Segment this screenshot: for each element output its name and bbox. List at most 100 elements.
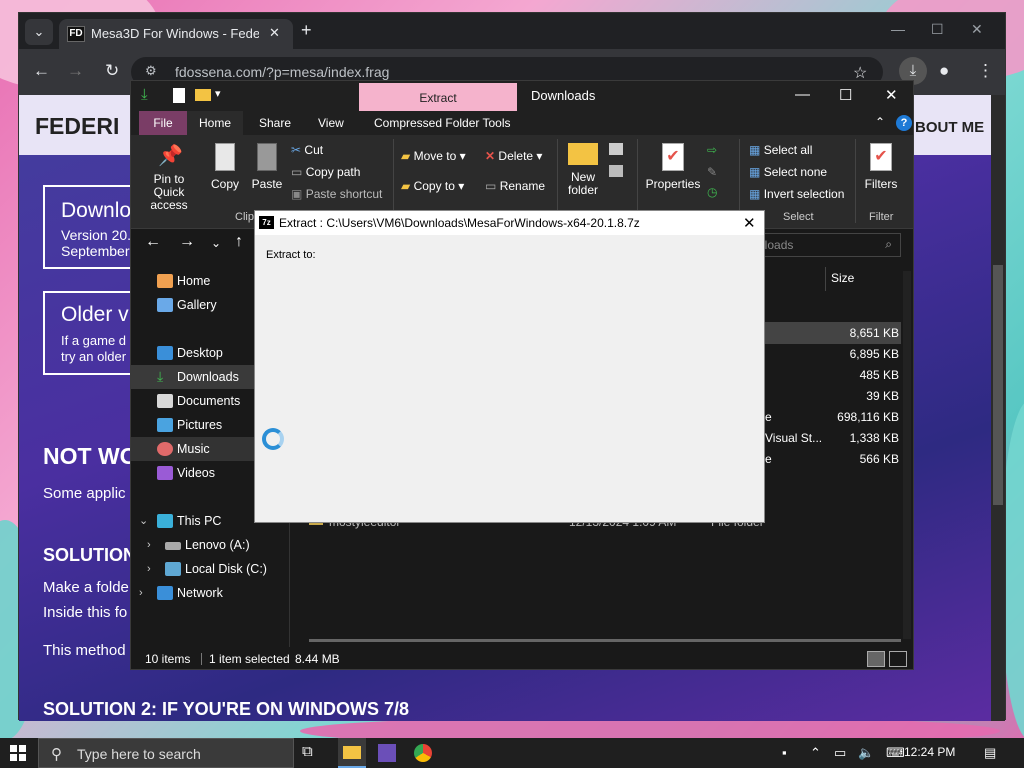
- expand-chevron-icon[interactable]: ›: [139, 581, 143, 605]
- tab-close-icon[interactable]: ✕: [269, 25, 280, 41]
- delete-button[interactable]: ✕ Delete ▾: [485, 149, 542, 163]
- windows-start-icon[interactable]: [10, 745, 26, 761]
- close-icon[interactable]: ✕: [885, 86, 898, 104]
- edit-icon[interactable]: ✎: [707, 165, 717, 179]
- search-input[interactable]: nloads ⌕: [751, 233, 901, 257]
- site-brand[interactable]: FEDERI: [35, 113, 119, 140]
- site-info-icon[interactable]: ⚙: [145, 63, 157, 79]
- filters-button[interactable]: ✔ Filters: [859, 143, 903, 191]
- collapse-ribbon-icon[interactable]: ⌃: [875, 115, 885, 129]
- tab-home[interactable]: Home: [187, 111, 243, 135]
- new-item-icon[interactable]: [609, 143, 623, 155]
- task-view-icon[interactable]: ⧉: [302, 743, 322, 763]
- nav-item-network[interactable]: › Network: [131, 581, 289, 605]
- button-label: New folder: [567, 170, 599, 197]
- reload-icon[interactable]: ↻: [105, 61, 119, 81]
- minimize-icon[interactable]: —: [891, 21, 905, 37]
- forward-icon[interactable]: →: [67, 61, 84, 81]
- card-line: Version 20.: [61, 227, 132, 243]
- open-icon[interactable]: ⇨: [707, 143, 717, 157]
- copy-to-button[interactable]: ▰ Copy to ▾: [401, 179, 464, 193]
- copy-button[interactable]: Copy: [207, 143, 243, 191]
- about-link[interactable]: BOUT ME: [915, 119, 984, 136]
- paste-shortcut-button[interactable]: ▣ Paste shortcut: [291, 187, 382, 201]
- taskbar-clock[interactable]: 12:24 PM: [904, 745, 955, 759]
- new-folder-quick-icon[interactable]: [195, 89, 211, 101]
- maximize-icon[interactable]: ☐: [839, 86, 852, 104]
- quick-access-dropdown-icon[interactable]: ▾: [215, 87, 221, 100]
- scroll-thumb[interactable]: [993, 265, 1003, 505]
- file-explorer-taskbar-icon[interactable]: [338, 738, 366, 768]
- properties-quick-icon[interactable]: [173, 88, 185, 103]
- dialog-titlebar: 7z Extract : C:\Users\VM6\Downloads\Mesa…: [255, 211, 764, 235]
- rename-icon: ▭: [485, 179, 497, 193]
- select-all-button[interactable]: ▦ Select all: [749, 143, 812, 157]
- file-type: Visual St...: [765, 431, 823, 445]
- large-icons-view-icon[interactable]: [889, 651, 907, 667]
- taskbar: ⚲ Type here to search ⧉ ▪ ⌃ ▭ 🔈 ⌨ 12:24 …: [0, 738, 1024, 768]
- network-status-icon[interactable]: ▭: [834, 745, 846, 761]
- button-label: Paste shortcut: [305, 187, 383, 201]
- paste-button[interactable]: Paste: [249, 143, 285, 191]
- page-scrollbar[interactable]: [991, 95, 1005, 721]
- download-arrow-icon[interactable]: ⤓: [141, 86, 148, 103]
- tab-search-button[interactable]: ⌄: [25, 19, 53, 45]
- minimize-icon[interactable]: —: [795, 86, 810, 103]
- keyboard-icon[interactable]: ⌨: [886, 745, 905, 761]
- new-folder-button[interactable]: New folder: [563, 143, 603, 197]
- this-pc-icon: [157, 514, 173, 528]
- taskbar-search-box[interactable]: ⚲ Type here to search: [38, 738, 294, 768]
- tab-share[interactable]: Share: [259, 116, 291, 130]
- move-to-button[interactable]: ▰ Move to ▾: [401, 149, 466, 163]
- properties-button[interactable]: ✔ Properties: [645, 143, 701, 191]
- horizontal-scrollbar[interactable]: [309, 639, 901, 642]
- show-hidden-icons-icon[interactable]: ⌃: [810, 745, 821, 761]
- button-label: Select all: [763, 143, 813, 157]
- menu-icon[interactable]: ⋮: [977, 61, 994, 81]
- rename-button[interactable]: ▭ Rename: [485, 179, 545, 193]
- back-icon[interactable]: ←: [33, 61, 50, 81]
- up-icon[interactable]: ↑: [235, 233, 243, 251]
- close-icon[interactable]: ✕: [971, 21, 983, 38]
- recent-locations-icon[interactable]: ⌄: [211, 236, 221, 250]
- browser-tab[interactable]: FD Mesa3D For Windows - Federico ✕: [59, 19, 293, 49]
- expand-chevron-icon[interactable]: ›: [147, 557, 151, 581]
- pin-quick-access-button[interactable]: 📌 Pin to Quick access: [137, 145, 201, 212]
- nav-item-lenovo[interactable]: › Lenovo (A:): [131, 533, 289, 557]
- copy-path-button[interactable]: ▭ Copy path: [291, 165, 360, 179]
- file-type: e: [765, 452, 772, 466]
- extract-context-tab[interactable]: Extract: [359, 83, 517, 111]
- videos-icon: [157, 466, 173, 480]
- maximize-icon[interactable]: ☐: [931, 21, 944, 38]
- ribbon-divider: [855, 139, 856, 223]
- history-icon[interactable]: ◷: [707, 185, 717, 199]
- paste-icon: [257, 143, 277, 171]
- close-icon[interactable]: ✕: [743, 214, 756, 232]
- expand-chevron-icon[interactable]: ›: [147, 533, 151, 557]
- cut-button[interactable]: ✂ Cut: [291, 143, 323, 157]
- help-icon[interactable]: ?: [896, 115, 912, 131]
- easy-access-icon[interactable]: [609, 165, 623, 177]
- volume-muted-icon[interactable]: 🔈: [858, 745, 874, 761]
- invert-selection-button[interactable]: ▦ Invert selection: [749, 187, 844, 201]
- details-view-icon[interactable]: [867, 651, 885, 667]
- collapse-chevron-icon[interactable]: ⌄: [139, 509, 148, 533]
- tray-app-icon[interactable]: ▪: [782, 745, 787, 760]
- nav-item-local-disk[interactable]: › Local Disk (C:): [131, 557, 289, 581]
- file-type: e: [765, 410, 772, 424]
- column-header-size[interactable]: Size: [831, 271, 854, 285]
- vertical-scrollbar[interactable]: [903, 271, 911, 639]
- group-label-select: Select: [783, 211, 814, 223]
- tab-file[interactable]: File: [139, 111, 187, 135]
- tab-view[interactable]: View: [318, 116, 344, 130]
- notifications-icon[interactable]: ▤: [984, 745, 996, 761]
- move-to-icon: ▰: [401, 149, 411, 163]
- new-tab-button[interactable]: +: [301, 20, 312, 41]
- visual-studio-taskbar-icon[interactable]: [378, 744, 396, 762]
- chrome-taskbar-icon[interactable]: [414, 744, 432, 762]
- select-none-button[interactable]: ▦ Select none: [749, 165, 827, 179]
- forward-icon[interactable]: →: [179, 233, 195, 251]
- back-icon[interactable]: ←: [145, 233, 161, 251]
- profile-icon[interactable]: ●: [939, 61, 949, 81]
- tab-compressed-folder-tools[interactable]: Compressed Folder Tools: [374, 116, 511, 130]
